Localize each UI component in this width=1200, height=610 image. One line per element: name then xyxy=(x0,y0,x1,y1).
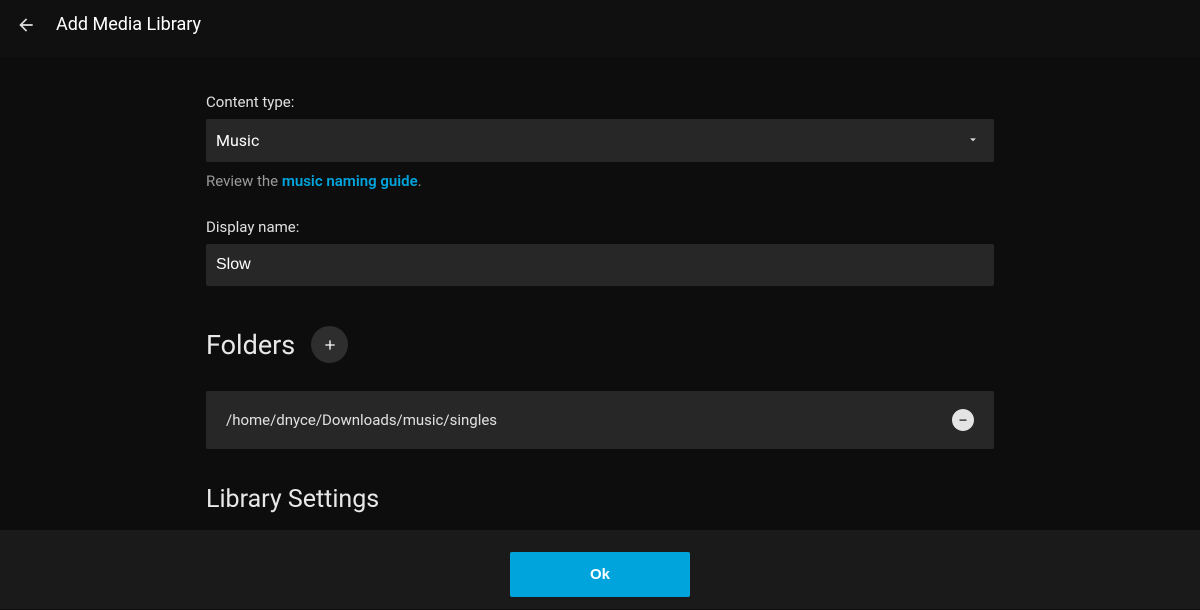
folder-item[interactable]: /home/dnyce/Downloads/music/singles xyxy=(206,391,994,449)
display-name-input[interactable] xyxy=(206,244,994,286)
naming-guide-helper: Review the music naming guide. xyxy=(206,172,994,190)
content-type-value: Music xyxy=(206,119,994,162)
folders-title: Folders xyxy=(206,329,295,361)
library-settings-title: Library Settings xyxy=(206,485,994,514)
folders-header: Folders xyxy=(206,326,994,363)
helper-suffix: . xyxy=(418,172,422,190)
content-type-select[interactable]: Music xyxy=(206,119,994,162)
dialog-footer: Ok xyxy=(0,530,1200,609)
add-folder-button[interactable] xyxy=(311,326,348,363)
dialog-header: Add Media Library xyxy=(0,0,1200,57)
ok-button[interactable]: Ok xyxy=(510,552,690,597)
back-button[interactable] xyxy=(16,15,36,35)
dialog-content: Content type: Music Review the music nam… xyxy=(0,57,1200,610)
content-type-label: Content type: xyxy=(206,93,994,111)
naming-guide-link[interactable]: music naming guide xyxy=(282,172,418,190)
arrow-left-icon xyxy=(16,15,36,35)
helper-prefix: Review the xyxy=(206,172,282,190)
plus-icon xyxy=(322,337,338,353)
remove-folder-button[interactable] xyxy=(952,409,974,431)
dialog-title: Add Media Library xyxy=(56,14,201,35)
minus-icon xyxy=(957,414,969,426)
folder-path: /home/dnyce/Downloads/music/singles xyxy=(226,411,497,429)
display-name-label: Display name: xyxy=(206,218,994,236)
